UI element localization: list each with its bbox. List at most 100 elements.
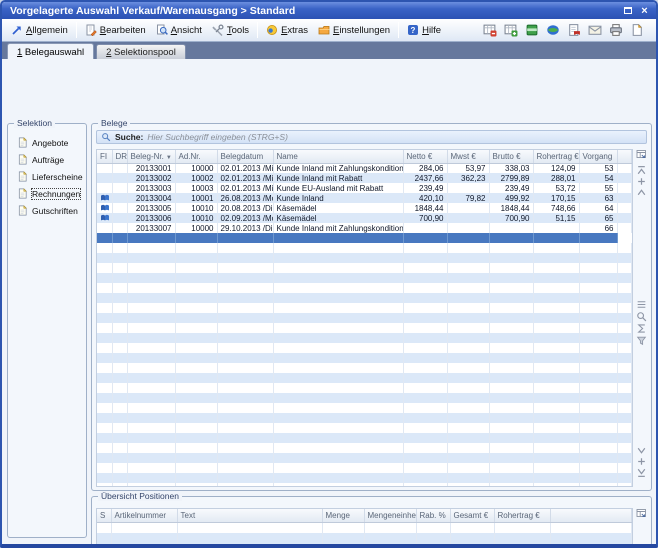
empty-row[interactable]: [97, 323, 631, 333]
column-header-dr[interactable]: DR: [112, 150, 127, 163]
tab-label: 1 Belegauswahl: [17, 47, 84, 58]
cell-beleg_nr: [127, 303, 175, 313]
empty-row[interactable]: [97, 383, 631, 393]
menu-item-bearbeiten[interactable]: Bearbeiten: [80, 22, 151, 38]
positionen-empty-row[interactable]: [97, 533, 631, 544]
column-header-name[interactable]: Name: [273, 150, 403, 163]
beleg-row-20133003[interactable]: 201330031000302.01.2013 /MiKunde EU-Ausl…: [97, 183, 631, 193]
empty-row[interactable]: [97, 363, 631, 373]
pos-column-header-mengeneinheit[interactable]: Mengeneinheit: [364, 509, 416, 522]
column-chooser-icon[interactable]: [636, 508, 648, 520]
selected-row[interactable]: [97, 233, 631, 243]
cell-filler: [617, 383, 631, 393]
positionen-empty-row[interactable]: [97, 544, 631, 548]
pos-cell: [364, 522, 416, 533]
table-add-icon[interactable]: [504, 23, 518, 37]
sidebar-item-angebote[interactable]: Angebote: [8, 134, 86, 151]
empty-row[interactable]: [97, 403, 631, 413]
search-small-icon[interactable]: [636, 311, 648, 323]
pos-column-header-text[interactable]: Text: [177, 509, 322, 522]
column-header-mwst[interactable]: Mwst €: [447, 150, 489, 163]
column-header-rohertrag[interactable]: Rohertrag €: [533, 150, 579, 163]
menu-item-extras[interactable]: Extras: [261, 22, 313, 38]
empty-row[interactable]: [97, 373, 631, 383]
cell-brutto: [489, 273, 533, 283]
sidebar-item-lieferscheine[interactable]: Lieferscheine: [8, 168, 86, 185]
menu-item-ansicht[interactable]: Ansicht: [151, 22, 207, 38]
menu-item-hilfe[interactable]: ?Hilfe: [402, 22, 446, 38]
empty-row[interactable]: [97, 443, 631, 453]
pos-column-header-rab[interactable]: Rab. %: [416, 509, 450, 522]
empty-row[interactable]: [97, 413, 631, 423]
empty-row[interactable]: [97, 293, 631, 303]
pos-column-header-artikelnummer[interactable]: Artikelnummer: [111, 509, 177, 522]
column-header-belegdatum[interactable]: Belegdatum: [217, 150, 273, 163]
empty-row[interactable]: [97, 483, 631, 487]
scroll-up-icon[interactable]: [636, 187, 648, 199]
empty-row[interactable]: [97, 393, 631, 403]
menu-item-allgemein[interactable]: Allgemein: [6, 22, 73, 38]
column-header-netto[interactable]: Netto €: [403, 150, 447, 163]
empty-row[interactable]: [97, 313, 631, 323]
table-remove-icon[interactable]: [483, 23, 497, 37]
close-button[interactable]: ×: [637, 5, 652, 17]
empty-row[interactable]: [97, 243, 631, 253]
beleg-row-20133002[interactable]: 201330021000202.01.2013 /MiKunde Inland …: [97, 173, 631, 183]
beleg-row-20133005[interactable]: 201330051001020.08.2013 /DiKäsemädel1848…: [97, 203, 631, 213]
restore-button[interactable]: [620, 5, 635, 17]
cell-fi: [97, 353, 112, 363]
sidebar-item-gutschriften[interactable]: Gutschriften: [8, 202, 86, 219]
tab-1-belegauswahl[interactable]: 1 Belegauswahl: [7, 43, 94, 59]
menu-item-tools[interactable]: Tools: [207, 22, 254, 38]
beleg-row-20133004[interactable]: 201330041000126.08.2013 /MoKunde Inland4…: [97, 193, 631, 203]
cell-filler: [617, 233, 631, 243]
empty-row[interactable]: [97, 423, 631, 433]
column-chooser-icon[interactable]: [636, 149, 648, 161]
globe-icon[interactable]: [546, 23, 560, 37]
details-icon[interactable]: [636, 299, 648, 311]
column-header-vorgang[interactable]: Vorgang: [579, 150, 617, 163]
sidebar-item-rechnungen[interactable]: Rechnungen: [8, 185, 86, 202]
empty-row[interactable]: [97, 253, 631, 263]
pos-column-header-rohertrag[interactable]: Rohertrag €: [494, 509, 550, 522]
pos-column-header-gesamt[interactable]: Gesamt €: [450, 509, 494, 522]
empty-row[interactable]: [97, 473, 631, 483]
search-input[interactable]: [147, 132, 642, 142]
empty-row[interactable]: [97, 463, 631, 473]
sum-icon[interactable]: [636, 323, 648, 335]
new-document-icon[interactable]: [630, 23, 644, 37]
column-header-fi[interactable]: FI: [97, 150, 112, 163]
pos-column-header-s[interactable]: S: [97, 509, 111, 522]
package-icon[interactable]: [525, 23, 539, 37]
empty-row[interactable]: [97, 453, 631, 463]
column-header-ad-nr[interactable]: Ad.Nr.: [175, 150, 217, 163]
beleg-row-20133006[interactable]: 201330061001002.09.2013 /MoKäsemädel700,…: [97, 213, 631, 223]
beleg-row-20133007[interactable]: 201330071000029.10.2013 /DiKunde Inland …: [97, 223, 631, 233]
filter-icon[interactable]: [636, 335, 648, 347]
document-flag-icon[interactable]: [567, 23, 581, 37]
column-header-brutto[interactable]: Brutto €: [489, 150, 533, 163]
empty-row[interactable]: [97, 333, 631, 343]
column-header-beleg-nr[interactable]: Beleg-Nr.▼: [127, 150, 175, 163]
empty-row[interactable]: [97, 273, 631, 283]
beleg-row-20133001[interactable]: 201330011000002.01.2013 /MiKunde Inland …: [97, 163, 631, 173]
empty-row[interactable]: [97, 303, 631, 313]
cell-netto: [403, 463, 447, 473]
tab-2-selektionspool[interactable]: 2 Selektionspool: [96, 44, 186, 59]
cell-ad_nr: [175, 233, 217, 243]
sidebar-item-auftr-ge[interactable]: Aufträge: [8, 151, 86, 168]
positionen-empty-row[interactable]: [97, 522, 631, 533]
menu-item-einstellungen[interactable]: Einstellungen: [313, 22, 395, 38]
cell-belegdatum: [217, 313, 273, 323]
pos-column-header-menge[interactable]: Menge: [322, 509, 364, 522]
empty-row[interactable]: [97, 433, 631, 443]
empty-row[interactable]: [97, 343, 631, 353]
cell-brutto: [489, 383, 533, 393]
empty-row[interactable]: [97, 283, 631, 293]
printer-icon[interactable]: [609, 23, 623, 37]
search-bar[interactable]: Suche:: [96, 130, 647, 144]
scroll-bottom-icon[interactable]: [636, 467, 648, 479]
empty-row[interactable]: [97, 353, 631, 363]
empty-row[interactable]: [97, 263, 631, 273]
envelope-icon[interactable]: [588, 23, 602, 37]
